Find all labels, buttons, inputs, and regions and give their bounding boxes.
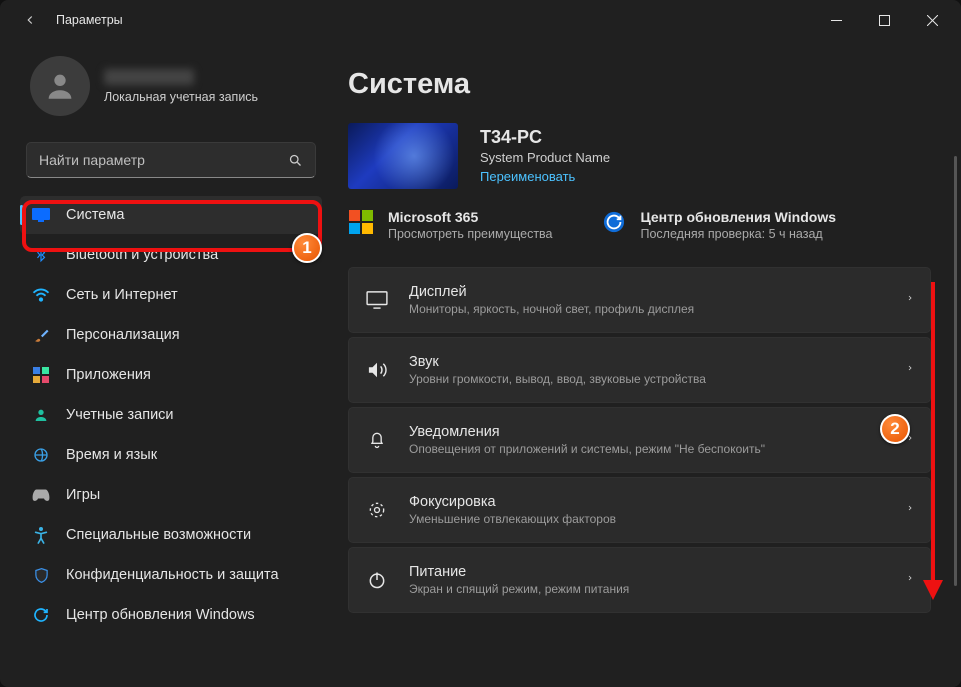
window-title: Параметры [56,13,123,27]
gaming-icon [32,486,50,504]
settings-window: Параметры Локальная учетная запись Найти… [0,0,961,687]
profile-name [104,69,194,85]
privacy-icon [32,566,50,584]
rename-link[interactable]: Переименовать [480,169,575,184]
windows-update-promo-icon [601,209,627,235]
sidebar-item-gaming[interactable]: Игры [20,476,322,514]
device-thumbnail [348,123,458,189]
card-focus[interactable]: Фокусировка Уменьшение отвлекающих факто… [348,477,931,543]
titlebar: Параметры [0,0,961,40]
sidebar-item-windows-update[interactable]: Центр обновления Windows [20,596,322,634]
sidebar-nav: Система Bluetooth и устройства Сеть и Ин… [20,196,322,634]
sidebar-item-label: Время и язык [66,447,157,463]
card-notifications[interactable]: Уведомления Оповещения от приложений и с… [348,407,931,473]
focus-card-icon [365,500,389,520]
card-title: Питание [409,564,886,580]
device-product: System Product Name [480,150,610,165]
card-display[interactable]: Дисплей Мониторы, яркость, ночной свет, … [348,267,931,333]
sidebar: Локальная учетная запись Найти параметр … [0,40,330,687]
chevron-right-icon [906,431,914,450]
brush-icon [32,326,50,344]
promo-update-sub: Последняя проверка: 5 ч назад [641,227,837,241]
card-sub: Экран и спящий режим, режим питания [409,582,886,596]
back-button[interactable] [16,6,44,34]
card-title: Дисплей [409,284,886,300]
sidebar-item-apps[interactable]: Приложения [20,356,322,394]
chevron-right-icon [906,361,914,380]
card-sub: Мониторы, яркость, ночной свет, профиль … [409,302,886,316]
card-sub: Уменьшение отвлекающих факторов [409,512,886,526]
bell-card-icon [365,430,389,450]
sidebar-item-privacy[interactable]: Конфиденциальность и защита [20,556,322,594]
sidebar-item-label: Персонализация [66,327,180,343]
search-input[interactable]: Найти параметр [26,142,316,178]
sound-card-icon [365,361,389,379]
search-icon [288,153,303,168]
profile-account-type: Локальная учетная запись [104,90,258,104]
promo-ms365-sub: Просмотреть преимущества [388,227,553,241]
sidebar-item-system[interactable]: Система [20,196,322,234]
windows-update-icon [32,606,50,624]
promo-microsoft-365[interactable]: Microsoft 365 Просмотреть преимущества [348,209,553,241]
device-name: T34-PC [480,127,610,148]
sidebar-item-time-language[interactable]: Время и язык [20,436,322,474]
sidebar-item-label: Учетные записи [66,407,174,423]
power-card-icon [365,570,389,590]
device-hero: T34-PC System Product Name Переименовать [348,123,931,189]
accessibility-icon [32,526,50,544]
sidebar-item-label: Bluetooth и устройства [66,247,218,263]
close-button[interactable] [909,4,955,36]
apps-icon [32,366,50,384]
sidebar-item-label: Сеть и Интернет [66,287,178,303]
sidebar-item-label: Приложения [66,367,151,383]
card-title: Фокусировка [409,494,886,510]
accounts-icon [32,406,50,424]
sidebar-item-bluetooth[interactable]: Bluetooth и устройства [20,236,322,274]
card-title: Звук [409,354,886,370]
wifi-icon [32,286,50,304]
main-panel: Система T34-PC System Product Name Переи… [330,40,961,687]
chevron-right-icon [906,291,914,310]
avatar [30,56,90,116]
sidebar-item-accounts[interactable]: Учетные записи [20,396,322,434]
sidebar-item-label: Специальные возможности [66,527,251,543]
card-title: Уведомления [409,424,886,440]
page-title: Система [348,68,931,101]
card-sub: Оповещения от приложений и системы, режи… [409,442,886,456]
settings-cards: Дисплей Мониторы, яркость, ночной свет, … [348,267,931,613]
promo-update-title: Центр обновления Windows [641,209,837,225]
promo-windows-update[interactable]: Центр обновления Windows Последняя прове… [601,209,837,241]
profile-block[interactable]: Локальная учетная запись [20,50,322,134]
display-icon [32,206,50,224]
maximize-button[interactable] [861,4,907,36]
search-placeholder: Найти параметр [39,152,288,168]
window-scrollbar[interactable] [954,156,957,586]
sidebar-item-personalization[interactable]: Персонализация [20,316,322,354]
ms365-icon [348,209,374,235]
chevron-right-icon [906,571,914,590]
card-sub: Уровни громкости, вывод, ввод, звуковые … [409,372,886,386]
sidebar-item-label: Система [66,207,124,223]
sidebar-item-network[interactable]: Сеть и Интернет [20,276,322,314]
sidebar-item-accessibility[interactable]: Специальные возможности [20,516,322,554]
chevron-right-icon [906,501,914,520]
card-power[interactable]: Питание Экран и спящий режим, режим пита… [348,547,931,613]
sidebar-item-label: Игры [66,487,100,503]
card-sound[interactable]: Звук Уровни громкости, вывод, ввод, звук… [348,337,931,403]
promo-ms365-title: Microsoft 365 [388,209,553,225]
bluetooth-icon [32,246,50,264]
time-language-icon [32,446,50,464]
minimize-button[interactable] [813,4,859,36]
display-card-icon [365,291,389,309]
sidebar-item-label: Центр обновления Windows [66,607,255,623]
sidebar-item-label: Конфиденциальность и защита [66,567,279,583]
